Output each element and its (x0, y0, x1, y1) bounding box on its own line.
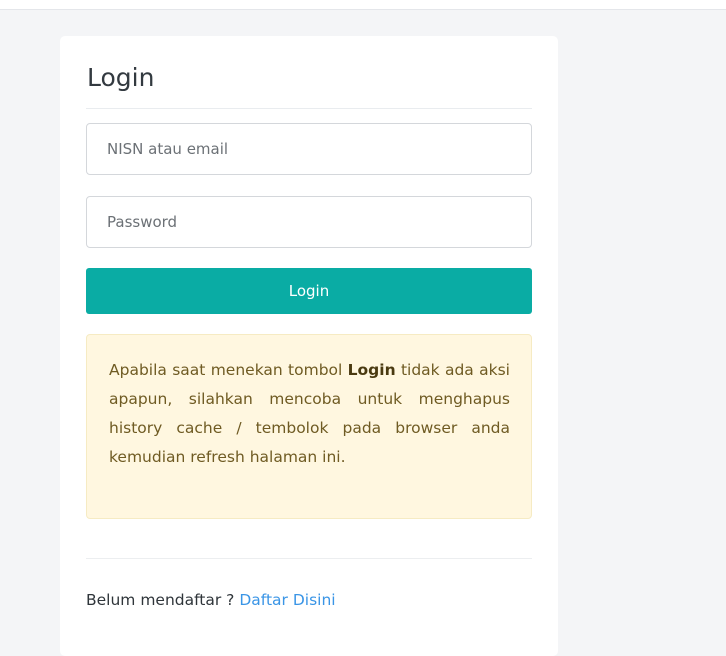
top-bar (0, 0, 726, 10)
register-prompt-text: Belum mendaftar ? (86, 591, 240, 609)
register-link[interactable]: Daftar Disini (239, 591, 335, 609)
password-input[interactable] (86, 196, 532, 248)
login-button[interactable]: Login (86, 268, 532, 314)
login-title: Login (87, 63, 155, 92)
login-card: Login Login Apabila saat menekan tombol … (60, 36, 558, 656)
nisn-email-input[interactable] (86, 123, 532, 175)
register-prompt: Belum mendaftar ? Daftar Disini (86, 591, 336, 609)
notice-text-bold: Login (347, 361, 396, 379)
title-divider (86, 108, 532, 109)
notice-text-before: Apabila saat menekan tombol (109, 361, 348, 379)
section-divider (86, 558, 532, 559)
notice-alert: Apabila saat menekan tombol Login tidak … (86, 334, 532, 519)
